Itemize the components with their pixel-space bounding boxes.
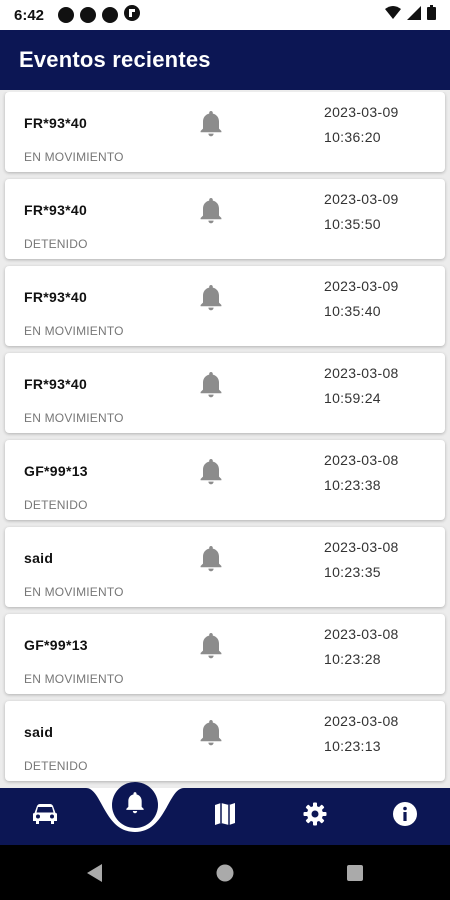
event-date: 2023-03-08 <box>324 365 399 381</box>
recents-icon[interactable] <box>347 865 363 886</box>
event-date: 2023-03-08 <box>324 539 399 555</box>
bell-icon[interactable] <box>199 632 223 660</box>
event-card[interactable]: GF*99*13 DETENIDO 2023-03-08 10:23:38 <box>5 440 445 520</box>
event-time: 10:23:28 <box>324 651 381 667</box>
map-icon <box>214 802 236 831</box>
bell-icon[interactable] <box>199 110 223 138</box>
event-time: 10:23:35 <box>324 564 381 580</box>
car-icon <box>32 803 58 830</box>
signal-icon <box>407 5 421 25</box>
event-time: 10:23:13 <box>324 738 381 754</box>
event-plate: GF*99*13 <box>24 463 88 479</box>
event-card[interactable]: FR*93*40 DETENIDO 2023-03-09 10:35:50 <box>5 179 445 259</box>
nav-settings[interactable] <box>295 796 335 836</box>
event-date: 2023-03-09 <box>324 191 399 207</box>
bell-icon[interactable] <box>199 284 223 312</box>
nav-info[interactable] <box>385 796 425 836</box>
event-status: DETENIDO <box>24 759 88 773</box>
status-bar: 6:42 <box>0 0 450 30</box>
event-plate: said <box>24 724 54 740</box>
back-icon[interactable] <box>86 863 104 888</box>
event-plate: said <box>24 550 54 566</box>
info-icon <box>393 801 417 831</box>
event-plate: GF*99*13 <box>24 637 88 653</box>
bottom-nav <box>0 788 450 845</box>
event-status: EN MOVIMIENTO <box>24 585 124 599</box>
event-time: 10:35:40 <box>324 303 381 319</box>
status-time: 6:42 <box>14 6 45 24</box>
event-time: 10:36:20 <box>324 129 381 145</box>
notification-dot-icon <box>102 7 119 23</box>
gear-icon <box>303 802 327 831</box>
event-time: 10:59:24 <box>324 390 381 406</box>
notification-dot-icon <box>80 7 97 23</box>
event-date: 2023-03-08 <box>324 626 399 642</box>
event-plate: FR*93*40 <box>24 202 88 218</box>
bell-icon[interactable] <box>199 458 223 486</box>
event-date: 2023-03-08 <box>324 713 399 729</box>
event-date: 2023-03-08 <box>324 452 399 468</box>
event-card[interactable]: GF*99*13 EN MOVIMIENTO 2023-03-08 10:23:… <box>5 614 445 694</box>
event-status: DETENIDO <box>24 237 88 251</box>
event-status: EN MOVIMIENTO <box>24 150 124 164</box>
bell-icon <box>125 791 145 820</box>
event-status: DETENIDO <box>24 498 88 512</box>
nav-vehicles[interactable] <box>25 796 65 836</box>
event-plate: FR*93*40 <box>24 115 88 131</box>
home-icon[interactable] <box>216 864 234 887</box>
event-card[interactable]: said EN MOVIMIENTO 2023-03-08 10:23:35 <box>5 527 445 607</box>
event-list[interactable]: FR*93*40 EN MOVIMIENTO 2023-03-09 10:36:… <box>0 92 450 788</box>
event-date: 2023-03-09 <box>324 104 399 120</box>
system-nav-bar <box>0 845 450 900</box>
bell-icon[interactable] <box>199 371 223 399</box>
event-card[interactable]: FR*93*40 EN MOVIMIENTO 2023-03-08 10:59:… <box>5 353 445 433</box>
event-status: EN MOVIMIENTO <box>24 324 124 338</box>
nav-notifications[interactable] <box>112 782 158 828</box>
event-date: 2023-03-09 <box>324 278 399 294</box>
flipboard-icon <box>124 4 141 26</box>
app-bar: Eventos recientes <box>0 30 450 90</box>
event-card[interactable]: FR*93*40 EN MOVIMIENTO 2023-03-09 10:36:… <box>5 92 445 172</box>
event-card[interactable]: said DETENIDO 2023-03-08 10:23:13 <box>5 701 445 781</box>
page-title: Eventos recientes <box>19 47 211 72</box>
nav-map[interactable] <box>205 796 245 836</box>
event-card[interactable]: FR*93*40 EN MOVIMIENTO 2023-03-09 10:35:… <box>5 266 445 346</box>
event-status: EN MOVIMIENTO <box>24 672 124 686</box>
event-time: 10:35:50 <box>324 216 381 232</box>
event-time: 10:23:38 <box>324 477 381 493</box>
wifi-icon <box>385 5 401 25</box>
event-plate: FR*93*40 <box>24 376 88 392</box>
notification-dot-icon <box>58 7 75 23</box>
bell-icon[interactable] <box>199 545 223 573</box>
notification-icons <box>58 4 141 26</box>
event-plate: FR*93*40 <box>24 289 88 305</box>
battery-icon <box>427 5 436 25</box>
bell-icon[interactable] <box>199 197 223 225</box>
event-status: EN MOVIMIENTO <box>24 411 124 425</box>
bell-icon[interactable] <box>199 719 223 747</box>
